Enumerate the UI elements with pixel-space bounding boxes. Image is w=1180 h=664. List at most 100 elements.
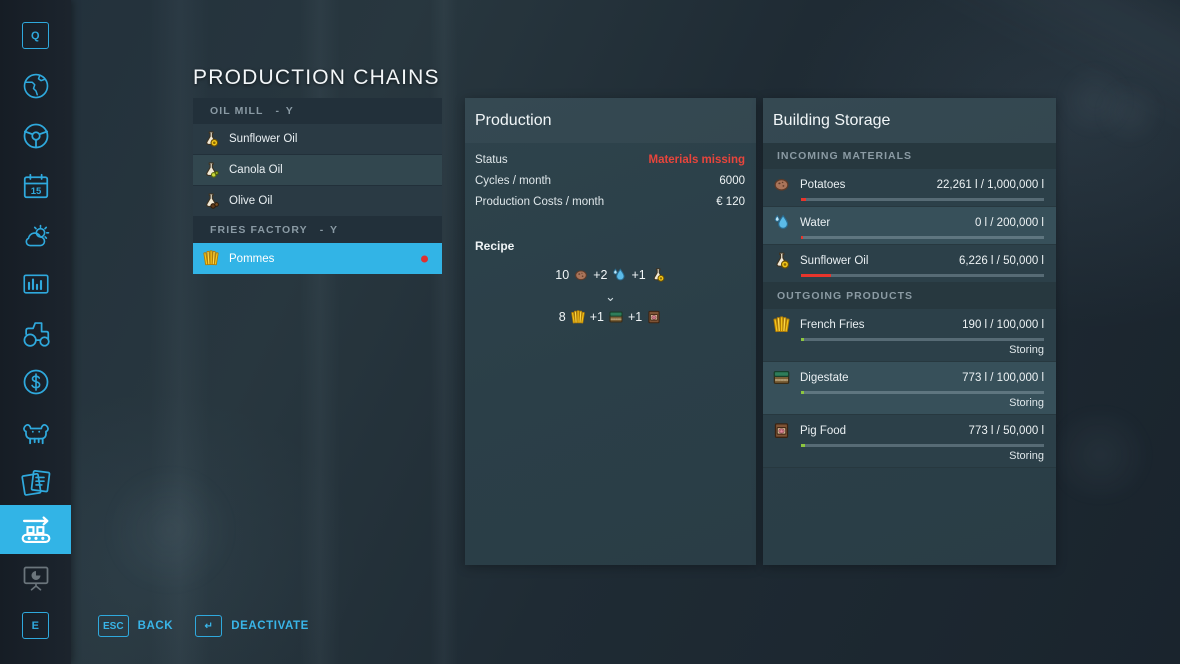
storage-fill-bar-track [801,274,1044,277]
storage-row-name-group: Sunflower Oil [772,251,868,270]
storage-row-label: Digestate [800,371,849,384]
footer-hint[interactable]: ESC BACK [98,615,173,637]
recipe-amount: +2 [593,268,608,282]
storage-row-name-group: Pig Food [772,421,846,440]
recipe-outputs: 8 +1 +1 [559,306,662,328]
storage-section-header: OUTGOING PRODUCTS [763,283,1056,309]
chain-row-status-dot [421,255,428,262]
recipe-amount: +1 [589,310,604,324]
water-drop-icon [611,267,627,283]
storage-row-state: Storing [1009,344,1044,356]
chain-row-label: Olive Oil [229,195,273,207]
chain-row-label: Pommes [229,252,275,265]
sidebar-item-map[interactable] [0,61,71,110]
storage-row-name-group: Digestate [772,368,849,387]
french-fries-icon [772,315,791,334]
storage-section-header: INCOMING MATERIALS [763,143,1056,169]
calendar-15-icon: 15 [21,171,51,201]
storage-row-state: Storing [1009,450,1044,462]
storage-fill-bar [801,198,807,201]
sidebar-item-calendar[interactable]: 15 [0,161,71,210]
footer-hint[interactable]: ↵ DEACTIVATE [195,615,309,637]
storage-row[interactable]: Sunflower Oil 6,226 l / 50,000 l [763,245,1056,283]
storage-row[interactable]: Digestate 773 l / 100,000 l Storing [763,362,1056,415]
tractor-icon [20,318,52,350]
recipe-inputs: 10 +2 +1 [555,264,665,286]
storage-row[interactable]: Pig Food 773 l / 50,000 l Storing [763,415,1056,468]
storage-fill-bar [801,274,832,277]
sidebar-item-animals[interactable] [0,407,71,456]
chain-row[interactable]: Sunflower Oil [193,124,442,155]
storage-row-label: Sunflower Oil [800,254,869,267]
chain-group-header: OIL MILL - Y [193,98,442,124]
bar-chart-icon [21,269,51,299]
production-info-row: Production Costs / month € 120 [475,196,745,217]
recipe-amount: 8 [558,310,566,324]
storage-panel-header: Building Storage [763,98,1056,143]
globe-map-icon [21,71,51,101]
oil-flask-olive-icon [202,192,220,210]
storage-sections: INCOMING MATERIALS Potatoes 22,261 l / 1,0… [763,143,1056,468]
chain-group-name: FRIES FACTORY [210,224,308,236]
production-panel-title: Production [475,111,552,129]
pig-food-icon [772,421,791,440]
chain-group-name: OIL MILL [210,105,264,117]
digestate-icon [608,309,624,325]
production-panel-header: Production [465,98,756,143]
production-info-row: Status Materials missing [475,154,745,175]
oil-flask-sunflower-icon [202,130,220,148]
chain-row[interactable]: Pommes [193,243,442,274]
storage-row-label: Water [800,216,831,229]
recipe-amount: 10 [555,268,570,282]
sidebar-item-statistics[interactable] [0,259,71,308]
storage-fill-bar-track [801,391,1044,394]
storage-row-top: French Fries 190 l / 100,000 l [772,315,1044,334]
conveyor-belt-icon [19,513,53,547]
footer-hint-label: BACK [137,620,174,632]
sidebar-item-machinery[interactable] [0,309,71,358]
background-blob [1040,410,1160,500]
enter-key-icon: ↵ [195,615,223,637]
page-title: PRODUCTION CHAINS [193,66,440,89]
chain-row[interactable]: Olive Oil [193,186,442,217]
storage-row-amount: 22,261 l / 1,000,000 l [936,178,1044,191]
sidebar-item-finances[interactable] [0,357,71,406]
sidebar-item-production[interactable] [0,505,71,554]
storage-fill-bar-track [801,338,1044,341]
storage-row-name-group: French Fries [772,315,865,334]
storage-row[interactable]: French Fries 190 l / 100,000 l Storing [763,309,1056,362]
storage-row-amount: 6,226 l / 50,000 l [958,254,1044,267]
sidebar-item-key-q[interactable]: Q [0,11,71,60]
storage-fill-bar [801,391,804,394]
storage-row[interactable]: Water 0 l / 200,000 l [763,207,1056,245]
sidebar-item-presentation[interactable] [0,553,71,602]
chain-row[interactable]: Canola Oil [193,155,442,186]
potato-icon [772,175,791,194]
chain-group-header: FRIES FACTORY - Y [193,217,442,243]
storage-row-amount: 0 l / 200,000 l [974,216,1044,229]
storage-row-top: Water 0 l / 200,000 l [772,213,1044,232]
steering-wheel-icon [21,121,51,151]
esc-key-icon: ESC [98,615,129,637]
sidebar-item-contracts[interactable] [0,457,71,506]
dollar-circle-icon [21,367,51,397]
production-chain-list: OIL MILL - Y Sunflower Oil Canola Oil Olive … [193,98,442,274]
sidebar-item-weather[interactable] [0,211,71,260]
sidebar-item-key-e[interactable]: E [0,601,71,650]
potato-icon [573,267,589,283]
svg-text:15: 15 [30,185,41,196]
oil-flask-sunflower-icon [650,267,666,283]
key-q-icon: Q [22,22,49,49]
storage-row-label: Potatoes [800,178,846,191]
building-storage-panel: Building Storage INCOMING MATERIALS Potat… [763,98,1056,565]
storage-row-label: Pig Food [800,424,847,437]
storage-row-top: Digestate 773 l / 100,000 l [772,368,1044,387]
background-blob [1100,75,1160,150]
storage-row[interactable]: Potatoes 22,261 l / 1,000,000 l [763,169,1056,207]
water-drop-icon [772,213,791,232]
production-info-value: € 120 [716,196,745,208]
sidebar-item-vehicles[interactable] [0,111,71,160]
recipe-arrow-icon: ⌄ [605,289,616,304]
production-info-label: Cycles / month [475,175,552,187]
storage-row-amount: 773 l / 50,000 l [968,424,1044,437]
